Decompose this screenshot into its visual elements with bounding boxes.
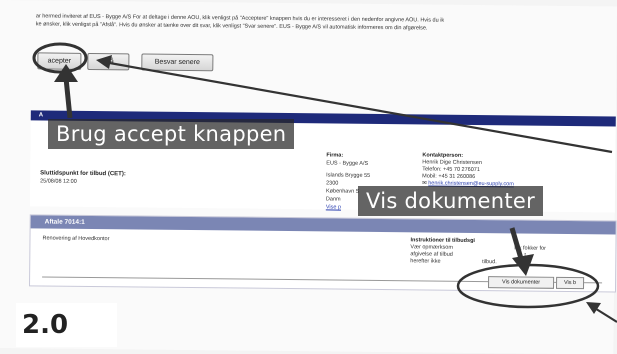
long-arrow-bottom-head xyxy=(586,302,601,314)
callout-documents: Vis dokumenter xyxy=(358,186,544,216)
long-arrow-top-head xyxy=(96,55,112,69)
accept-arrow-shaft xyxy=(63,77,73,119)
annotation-layer xyxy=(32,42,617,323)
documents-highlight-ellipse xyxy=(456,263,600,309)
callout-accept: Brug accept knappen xyxy=(48,119,295,149)
step-badge: 2.0 xyxy=(16,303,117,347)
accept-highlight-ellipse xyxy=(32,42,88,74)
